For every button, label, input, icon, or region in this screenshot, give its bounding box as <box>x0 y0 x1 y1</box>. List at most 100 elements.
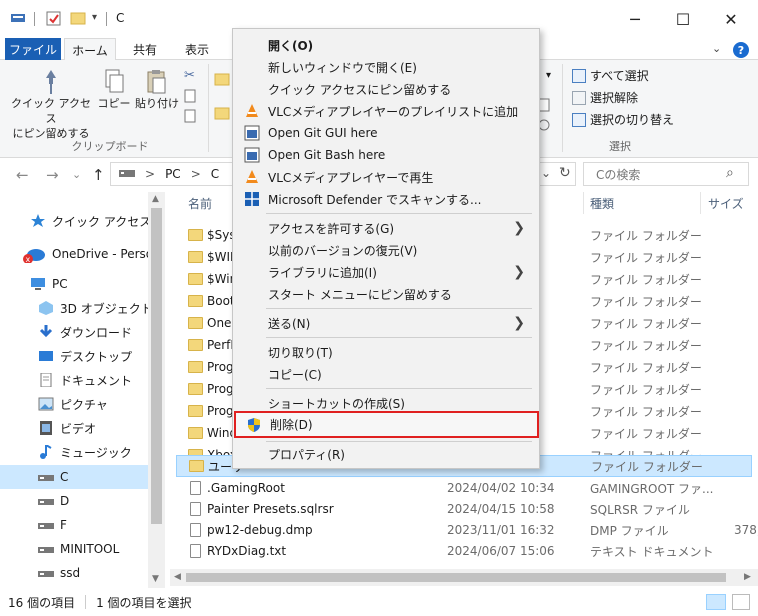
maximize-button[interactable]: ☐ <box>660 4 706 34</box>
large-icons-view-icon[interactable] <box>732 594 750 610</box>
menu-item-vlc-playlist[interactable]: VLCメディアプレイヤーのプレイリストに追加 <box>235 100 537 122</box>
invert-selection-button[interactable]: 選択の切り替え <box>572 111 674 128</box>
refresh-icon[interactable]: ↻ <box>559 165 571 181</box>
menu-item-cut[interactable]: 切り取り(T) <box>235 341 537 363</box>
nav-drive-f[interactable]: F <box>0 513 148 537</box>
help-button[interactable]: ? <box>733 42 749 58</box>
nav-drive-d[interactable]: D <box>0 489 148 513</box>
nav-scroll-thumb[interactable] <box>151 208 162 524</box>
folder-icon <box>188 427 203 439</box>
menu-item-restore-previous[interactable]: 以前のバージョンの復元(V) <box>235 239 537 261</box>
column-size[interactable]: サイズ <box>708 195 744 212</box>
menu-item-copy[interactable]: コピー(C) <box>235 363 537 385</box>
paste-button[interactable]: 貼り付け <box>134 68 180 111</box>
column-type[interactable]: 種類 <box>590 195 614 212</box>
menu-item-send-to[interactable]: 送る(N) ❯ <box>235 312 537 334</box>
breadcrumb-pc[interactable]: PC <box>165 167 181 181</box>
nav-drive-ssd[interactable]: ssd <box>0 561 148 585</box>
details-view-icon[interactable] <box>706 594 726 610</box>
recent-locations-button[interactable]: ⌄ <box>72 168 81 181</box>
horizontal-scroll-thumb[interactable] <box>186 573 726 582</box>
column-name[interactable]: 名前 <box>188 195 212 212</box>
clipboard-group-label: クリップボード <box>71 140 149 153</box>
table-row[interactable]: .GamingRoot 2024/04/02 10:34 GAMINGROOT ファ… <box>176 477 752 499</box>
copy-button[interactable]: コピー <box>96 68 132 111</box>
menu-separator <box>266 308 532 309</box>
videos-icon <box>38 421 54 435</box>
nav-downloads[interactable]: ダウンロード <box>0 320 148 344</box>
cut-copypath-icons[interactable]: ✂ <box>182 66 202 129</box>
new-item-dropdown-icon[interactable]: ▾ <box>546 70 551 81</box>
table-row[interactable]: Painter Presets.sqlrsr 2024/04/15 10:58 SQ… <box>176 498 752 520</box>
nav-documents[interactable]: ドキュメント <box>0 368 148 392</box>
uac-shield-icon <box>246 417 262 433</box>
context-menu: 開く(O) 新しいウィンドウで開く(E) クイック アクセスにピン留めする VL… <box>232 28 540 469</box>
scroll-right-icon[interactable]: ▶ <box>744 572 751 582</box>
nav-label: F <box>60 518 67 532</box>
menu-item-properties[interactable]: プロパティ(R) <box>235 443 537 465</box>
tab-view[interactable]: 表示 <box>172 38 222 60</box>
menu-item-pin-start[interactable]: スタート メニューにピン留めする <box>235 283 537 305</box>
menu-item-add-to-library[interactable]: ライブラリに追加(I) ❯ <box>235 261 537 283</box>
minimize-button[interactable]: ─ <box>612 4 658 34</box>
nav-music[interactable]: ミュージック <box>0 440 148 464</box>
download-icon <box>38 325 54 339</box>
customize-toolbar-icon[interactable]: ▾ <box>92 12 97 23</box>
properties-icon[interactable] <box>46 11 62 26</box>
close-button[interactable]: ✕ <box>708 4 754 34</box>
menu-item-open[interactable]: 開く(O) <box>235 34 537 56</box>
menu-item-give-access[interactable]: アクセスを許可する(G) ❯ <box>235 217 537 239</box>
search-box[interactable]: Cの検索 ⌕ <box>583 162 749 186</box>
pin-quick-access-button[interactable]: クイック アクセス にピン留めする <box>10 68 92 141</box>
folder-icon <box>188 361 203 373</box>
nav-videos[interactable]: ビデオ <box>0 416 148 440</box>
drive-icon <box>38 470 54 484</box>
folder-icon <box>188 273 203 285</box>
invert-selection-label: 選択の切り替え <box>590 113 675 127</box>
nav-pc[interactable]: PC <box>0 272 148 296</box>
horizontal-scrollbar[interactable]: ◀ ▶ <box>170 569 758 586</box>
drive-icon <box>38 542 54 556</box>
ribbon-separator-2 <box>562 64 563 152</box>
scroll-left-icon[interactable]: ◀ <box>174 572 181 582</box>
tab-share[interactable]: 共有 <box>122 38 168 60</box>
nav-scrollbar[interactable]: ▲ ▼ <box>148 192 165 588</box>
scroll-up-icon[interactable]: ▲ <box>152 194 159 204</box>
nav-drive-minitool[interactable]: MINITOOL <box>0 537 148 561</box>
organize-icons[interactable] <box>214 70 230 129</box>
select-none-button[interactable]: 選択解除 <box>572 89 638 106</box>
drive-icon <box>38 566 54 580</box>
nav-desktop[interactable]: デスクトップ <box>0 344 148 368</box>
expand-ribbon-icon[interactable]: ⌄ <box>712 42 721 55</box>
forward-button[interactable]: → <box>46 166 59 184</box>
select-all-button[interactable]: すべて選択 <box>572 67 649 84</box>
nav-quick-access[interactable]: クイック アクセス <box>0 209 148 233</box>
search-input[interactable]: Cの検索 <box>596 166 640 183</box>
menu-item-defender-scan[interactable]: Microsoft Defender でスキャンする... <box>235 188 537 210</box>
back-button[interactable]: ← <box>16 166 29 184</box>
nav-drive-c[interactable]: C <box>0 465 148 489</box>
svg-text:x: x <box>26 255 31 263</box>
tab-home[interactable]: ホーム <box>64 38 116 61</box>
tab-file[interactable]: ファイル <box>5 38 61 60</box>
table-row[interactable]: RYDxDiag.txt 2024/06/07 15:06 テキスト ドキュメント <box>176 540 752 562</box>
scroll-down-icon[interactable]: ▼ <box>152 574 159 584</box>
menu-item-delete[interactable]: 削除(D) <box>234 411 539 438</box>
menu-item-pin-quick-access[interactable]: クイック アクセスにピン留めする <box>235 78 537 100</box>
copy-icon <box>96 68 132 96</box>
menu-item-git-gui[interactable]: Open Git GUI here <box>235 122 537 144</box>
address-dropdown-icon[interactable]: ⌄ <box>541 166 551 180</box>
breadcrumb-c[interactable]: C <box>211 167 219 181</box>
nav-pictures[interactable]: ピクチャ <box>0 392 148 416</box>
nav-3d-objects[interactable]: 3D オブジェクト <box>0 296 148 320</box>
menu-item-open-new-window[interactable]: 新しいウィンドウで開く(E) <box>235 56 537 78</box>
new-folder-icon[interactable] <box>70 11 86 25</box>
documents-icon <box>38 372 54 388</box>
table-row[interactable]: pw12-debug.dmp 2023/11/01 16:32 DMP ファイル 37… <box>176 519 758 541</box>
submenu-arrow-icon: ❯ <box>513 220 525 236</box>
up-button[interactable]: ↑ <box>92 166 105 184</box>
explorer-window-icon <box>10 11 26 25</box>
menu-item-vlc-play[interactable]: VLCメディアプレイヤーで再生 <box>235 166 537 188</box>
menu-item-git-bash[interactable]: Open Git Bash here <box>235 144 537 166</box>
nav-onedrive[interactable]: x OneDrive - Person <box>0 242 148 266</box>
